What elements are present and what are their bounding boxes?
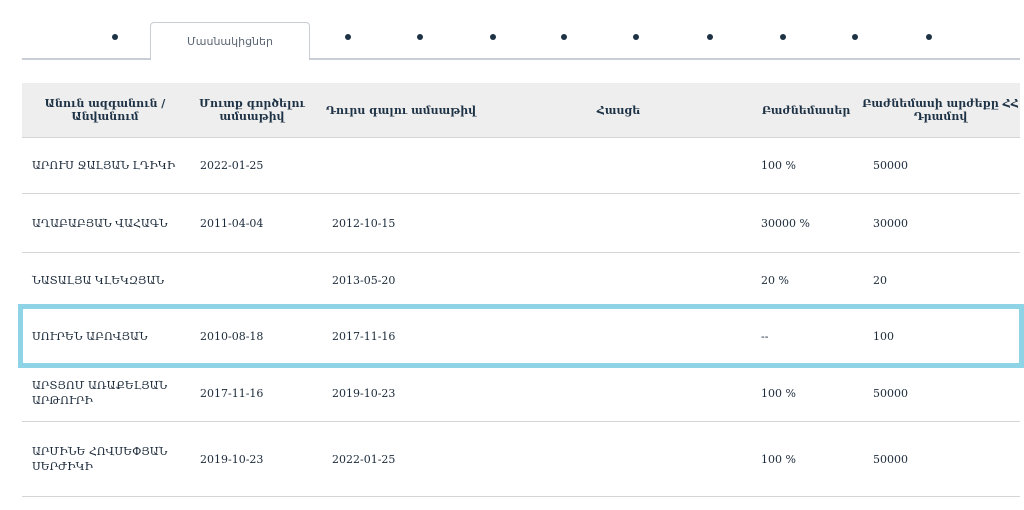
cell-entry-date: 2022-01-25 (200, 159, 264, 172)
cell-exit-date: 2013-05-20 (332, 273, 396, 287)
cell-name: ԱՂԱԲԱԲՅԱՆ ՎԱՀԱԳՆ (32, 216, 168, 230)
header-name: Անուն ազգանուն / Անվանում (44, 97, 166, 123)
cell-name: ՆԱՏԱԼՅԱ ԿԼԵԿԶՅԱՆ (32, 273, 165, 287)
tab-dot-7[interactable] (707, 34, 713, 40)
tab-participants-label: Մասնակիցներ (187, 35, 273, 48)
tab-participants[interactable]: Մասնակիցներ (150, 22, 310, 60)
tab-dot-5[interactable] (561, 34, 567, 40)
cell-shares: -- (761, 329, 769, 343)
cell-entry-date: 2019-10-23 (200, 452, 264, 466)
cell-entry-date: 2010-08-18 (200, 329, 264, 343)
cell-share-value: 20 (873, 273, 887, 287)
cell-shares: 100 % (761, 159, 796, 172)
cell-exit-date: 2019-10-23 (332, 386, 396, 400)
cell-share-value: 30000 (873, 216, 908, 230)
header-address: Հասցե (596, 103, 641, 117)
cell-name: ԱՐՄԻՆԵ ՀՈՎՍԵՓՅԱՆ ՍԵՐԺԻԿԻ (32, 445, 168, 473)
participants-table: Անուն ազգանուն / Անվանում Մուտք գործելու… (18, 83, 1024, 497)
table-row-highlighted: ՍՈՒՐԵՆ ԱԲՈՎՅԱՆ 2010-08-18 2017-11-16 -- … (18, 304, 1024, 368)
tab-dot-3[interactable] (417, 34, 423, 40)
tab-bar: Մասնակիցներ (22, 0, 1020, 62)
table-header-row: Անուն ազգանուն / Անվանում Մուտք գործելու… (22, 83, 1020, 138)
header-shares: Բաժնեմասեր (761, 103, 851, 117)
header-exit-date: Դուրս գալու ամսաթիվ (325, 103, 477, 117)
cell-share-value: 50000 (873, 386, 908, 400)
cell-name: ԱՐՈՒՍ ՋԱԼՅԱՆ ԼԴԻԿԻ (32, 159, 176, 172)
cell-exit-date: 2022-01-25 (332, 452, 396, 466)
table-row: ԱՐՈՒՍ ՋԱԼՅԱՆ ԼԴԻԿԻ 2022-01-25 100 % 5000… (22, 138, 1020, 194)
cell-share-value: 50000 (873, 452, 908, 466)
cell-shares: 20 % (761, 273, 789, 287)
header-share-value: Բաժնեմասի արժեքը ՀՀ Դրամով (862, 97, 1019, 123)
cell-name: ՍՈՒՐԵՆ ԱԲՈՎՅԱՆ (32, 329, 148, 343)
header-entry-date: Մուտք գործելու ամսաթիվ (199, 97, 305, 123)
table-row: ԱՐՏՅՈՄ ԱՌԱՔԵԼՅԱՆ ԱՐԹՈՒՐԻ 2017-11-16 2019… (22, 365, 1020, 422)
tab-dot-10[interactable] (926, 34, 932, 40)
tab-dot-6[interactable] (633, 34, 639, 40)
table-row: ԱՂԱԲԱԲՅԱՆ ՎԱՀԱԳՆ 2011-04-04 2012-10-15 3… (22, 194, 1020, 253)
tab-dot-2[interactable] (345, 34, 351, 40)
cell-shares: 30000 % (761, 216, 810, 230)
cell-exit-date: 2017-11-16 (332, 329, 396, 343)
tab-dot-9[interactable] (852, 34, 858, 40)
tab-dot-8[interactable] (780, 34, 786, 40)
cell-shares: 100 % (761, 452, 796, 466)
cell-share-value: 50000 (873, 159, 908, 172)
cell-entry-date: 2011-04-04 (200, 216, 264, 230)
cell-share-value: 100 (873, 329, 894, 343)
cell-exit-date: 2012-10-15 (332, 216, 396, 230)
tab-dot-4[interactable] (490, 34, 496, 40)
tab-dot-1[interactable] (112, 34, 118, 40)
cell-shares: 100 % (761, 386, 796, 400)
tab-active-cover (151, 58, 309, 60)
cell-name: ԱՐՏՅՈՄ ԱՌԱՔԵԼՅԱՆ ԱՐԹՈՒՐԻ (32, 379, 168, 407)
cell-entry-date: 2017-11-16 (200, 386, 264, 400)
table-row: ԱՐՄԻՆԵ ՀՈՎՍԵՓՅԱՆ ՍԵՐԺԻԿԻ 2019-10-23 2022… (22, 422, 1020, 497)
table-row: ՆԱՏԱԼՅԱ ԿԼԵԿԶՅԱՆ 2013-05-20 20 % 20 (22, 253, 1020, 308)
